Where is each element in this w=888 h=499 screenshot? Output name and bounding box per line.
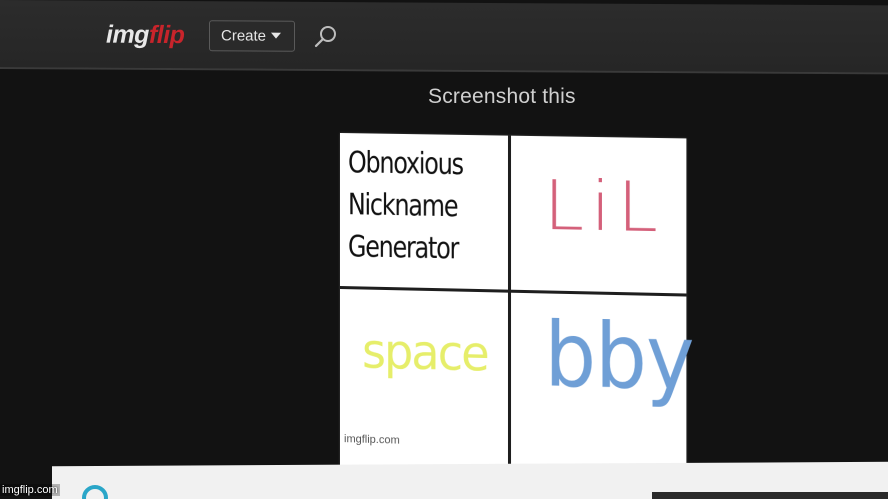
meme-horizontal-divider	[340, 286, 686, 297]
meme-bottom-left-word: space	[362, 322, 488, 382]
imgflip-watermark: imgflip.com	[0, 484, 60, 496]
meme-top-right-word: LiL	[544, 166, 665, 248]
meme-title-line: Obnoxious	[348, 141, 476, 185]
screen: imgflip Create Screenshot this Obnoxious…	[0, 0, 888, 499]
instruction-heading: Screenshot this	[428, 85, 576, 109]
bottom-dark-bar	[652, 492, 888, 499]
meme-inner-watermark: imgflip.com	[344, 433, 400, 447]
meme-title: Obnoxious Nickname Generator	[348, 141, 476, 270]
search-icon[interactable]	[313, 24, 339, 50]
top-navbar: imgflip Create	[0, 0, 888, 74]
meme-title-line: Generator	[348, 225, 476, 270]
logo-flip-text: flip	[149, 21, 185, 49]
imgflip-logo[interactable]: imgflip	[106, 21, 184, 50]
meme-title-line: Nickname	[348, 183, 476, 227]
meme-bottom-right-word: bby	[544, 303, 693, 410]
caret-down-icon	[271, 33, 281, 39]
meme-image: Obnoxious Nickname Generator LiL space b…	[340, 133, 686, 475]
logo-img-text: img	[106, 21, 149, 49]
meme-vertical-divider	[508, 136, 511, 470]
create-button-label: Create	[221, 27, 266, 44]
create-button[interactable]: Create	[209, 20, 295, 52]
